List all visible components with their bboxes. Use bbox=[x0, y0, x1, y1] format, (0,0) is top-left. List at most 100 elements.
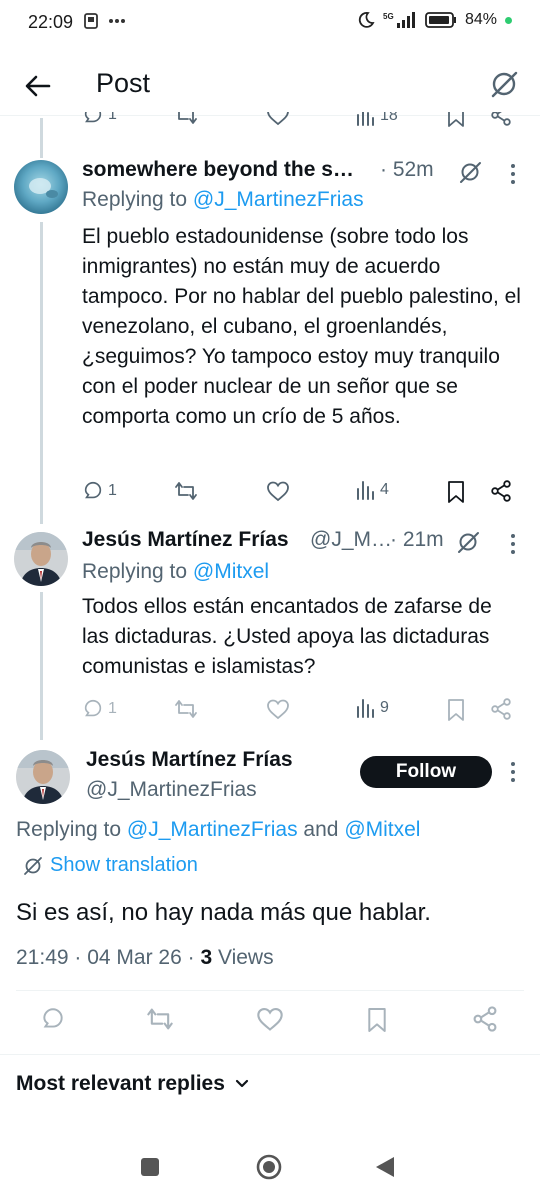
tweet2-time[interactable]: · 21m bbox=[390, 528, 444, 552]
heart-icon bbox=[267, 112, 289, 126]
battery-percent: 84% bbox=[464, 11, 497, 28]
heart-icon bbox=[257, 1008, 283, 1031]
tweet2-handle[interactable]: @J_M… bbox=[310, 528, 392, 552]
prev-bookmark-button[interactable] bbox=[446, 112, 466, 128]
bookmark-icon bbox=[448, 481, 464, 503]
reply-icon bbox=[84, 699, 102, 717]
reply-icon bbox=[84, 481, 102, 499]
more-icon bbox=[109, 19, 125, 23]
notification-dot-icon bbox=[505, 16, 512, 24]
retweet-icon bbox=[175, 700, 197, 718]
back-button[interactable] bbox=[20, 68, 56, 104]
views-icon bbox=[357, 699, 374, 718]
mention-link[interactable]: @Mitxel bbox=[193, 560, 269, 583]
tweet2-text: Todos ellos están encantados de zafarse … bbox=[82, 595, 492, 678]
views-count: 9 bbox=[380, 699, 389, 716]
reply-button[interactable]: 1 bbox=[82, 480, 117, 502]
tweet1-more-icon[interactable] bbox=[506, 162, 520, 186]
like-button[interactable] bbox=[266, 480, 290, 502]
main-author-name[interactable]: Jesús Martínez Frías bbox=[86, 748, 293, 772]
replying-prefix: Replying to bbox=[16, 818, 127, 841]
main-like-button[interactable] bbox=[256, 1006, 284, 1032]
avatar[interactable] bbox=[14, 532, 68, 586]
share-button[interactable] bbox=[490, 480, 512, 502]
share-icon bbox=[473, 1006, 497, 1032]
bookmark-icon bbox=[448, 112, 464, 127]
thread-line-mid bbox=[40, 222, 43, 524]
status-time: 22:09 bbox=[28, 12, 74, 32]
grok-button[interactable] bbox=[486, 66, 522, 102]
main-bookmark-button[interactable] bbox=[366, 1006, 388, 1034]
battery-icon bbox=[425, 12, 456, 28]
back-nav-icon[interactable] bbox=[374, 1155, 396, 1179]
reply-count: 1 bbox=[108, 482, 117, 499]
main-timestamp[interactable]: 21:49 · 04 Mar 26 · bbox=[16, 946, 200, 969]
reply-button[interactable]: 1 bbox=[82, 698, 117, 720]
replies-sort-label: Most relevant replies bbox=[16, 1072, 225, 1095]
tweet1-author-name[interactable]: somewhere beyond the s… bbox=[82, 158, 354, 182]
views-button[interactable]: 9 bbox=[356, 698, 389, 718]
prev-reply-button[interactable]: 1 bbox=[82, 112, 117, 126]
heart-icon bbox=[267, 481, 289, 502]
views-icon bbox=[357, 481, 374, 500]
tweet1-grok-icon[interactable] bbox=[458, 160, 484, 184]
home-icon[interactable] bbox=[255, 1153, 283, 1181]
tweet2-actions: 1 9 bbox=[82, 698, 522, 724]
bookmark-button[interactable] bbox=[446, 698, 466, 722]
share-button[interactable] bbox=[490, 698, 512, 720]
chevron-down-icon bbox=[235, 1079, 249, 1088]
share-icon bbox=[491, 480, 511, 502]
prev-share-button[interactable] bbox=[490, 112, 512, 126]
tweet2-grok-icon[interactable] bbox=[456, 530, 482, 554]
divider bbox=[16, 990, 524, 991]
status-right-icons: 5G 84% bbox=[357, 11, 512, 29]
mention-link[interactable]: @J_MartinezFrias bbox=[193, 188, 364, 211]
retweet-button[interactable] bbox=[174, 480, 198, 502]
heart-icon bbox=[267, 699, 289, 720]
retweet-button[interactable] bbox=[174, 698, 198, 720]
main-author-handle[interactable]: @J_MartinezFrias bbox=[86, 778, 257, 802]
main-share-button[interactable] bbox=[472, 1006, 498, 1032]
main-more-icon[interactable] bbox=[506, 760, 520, 784]
prev-views-count: 18 bbox=[380, 112, 398, 124]
svg-text:5G: 5G bbox=[383, 12, 394, 21]
moon-icon bbox=[358, 12, 375, 28]
tweet2-author-name[interactable]: Jesús Martínez Frías bbox=[82, 528, 289, 552]
tweet1-time[interactable]: · 52m bbox=[380, 158, 434, 182]
like-button[interactable] bbox=[266, 698, 290, 720]
tweet2-more-icon[interactable] bbox=[506, 532, 520, 556]
tweet1-actions: 1 4 bbox=[82, 480, 522, 506]
avatar[interactable] bbox=[16, 750, 70, 804]
post-header: Post bbox=[0, 56, 540, 116]
avatar-image bbox=[14, 160, 68, 214]
replies-sort-dropdown[interactable]: Most relevant replies bbox=[16, 1072, 249, 1096]
system-nav-bar bbox=[0, 1140, 540, 1200]
prev-like-button[interactable] bbox=[266, 112, 290, 126]
prev-views-button[interactable]: 18 bbox=[356, 112, 398, 126]
recents-icon[interactable] bbox=[140, 1157, 160, 1177]
bookmark-button[interactable] bbox=[446, 480, 466, 504]
tweet1-text: El pueblo estadounidense (sobre todo los… bbox=[82, 225, 521, 428]
retweet-icon bbox=[147, 1008, 173, 1030]
follow-button[interactable]: Follow bbox=[360, 756, 492, 788]
arrow-left-icon bbox=[25, 75, 51, 97]
avatar-image bbox=[14, 532, 68, 586]
main-views-label: Views bbox=[212, 946, 274, 969]
reply-icon bbox=[84, 112, 102, 123]
main-actions bbox=[0, 1006, 540, 1038]
prev-tweet-actions: 1 18 bbox=[82, 112, 522, 132]
mention-link[interactable]: @Mitxel bbox=[344, 818, 420, 841]
views-button[interactable]: 4 bbox=[356, 480, 389, 500]
reply-icon bbox=[43, 1008, 63, 1028]
mention-link[interactable]: @J_MartinezFrias bbox=[127, 818, 298, 841]
prev-retweet-button[interactable] bbox=[174, 112, 198, 126]
avatar-image bbox=[16, 750, 70, 804]
main-tweet-text: Si es así, no hay nada más que hablar. bbox=[16, 899, 431, 926]
main-reply-button[interactable] bbox=[40, 1006, 66, 1032]
share-icon bbox=[491, 698, 511, 720]
replying-prefix: Replying to bbox=[82, 188, 193, 211]
avatar[interactable] bbox=[14, 160, 68, 214]
main-retweet-button[interactable] bbox=[146, 1006, 174, 1032]
views-count: 4 bbox=[380, 481, 389, 498]
show-translation-link[interactable]: Show translation bbox=[22, 854, 198, 877]
